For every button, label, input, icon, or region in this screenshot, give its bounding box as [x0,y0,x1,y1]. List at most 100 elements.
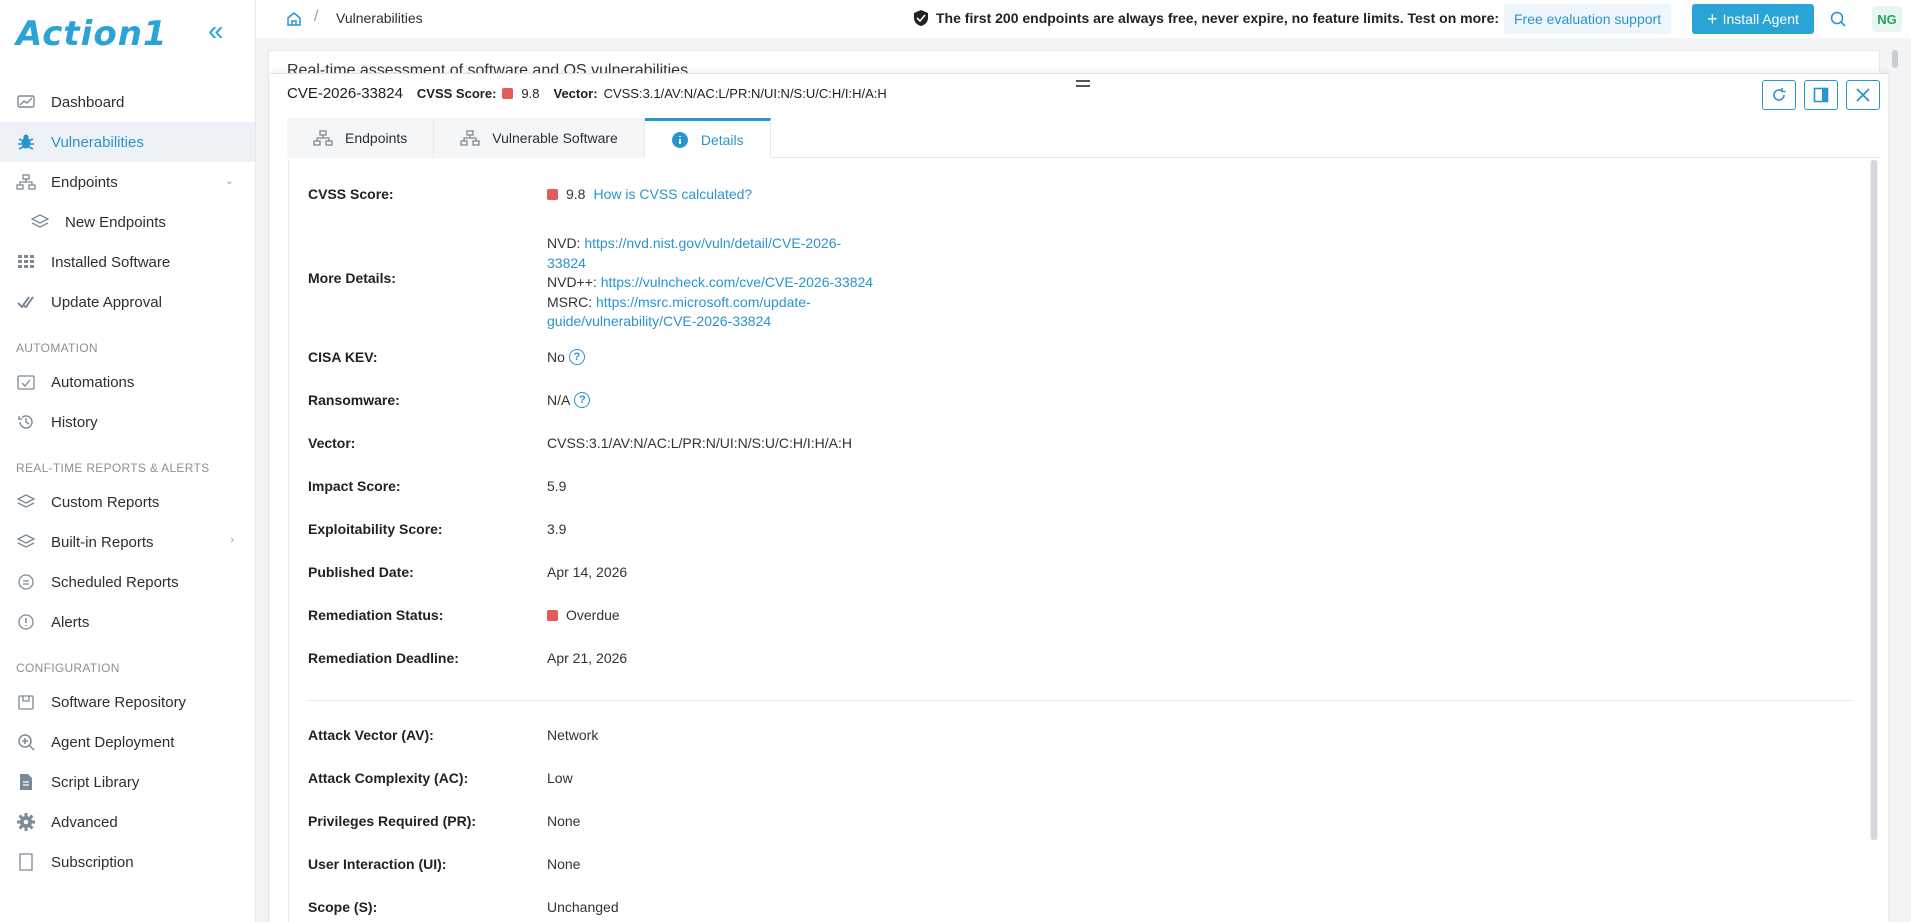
sidebar-item-software-repository[interactable]: Software Repository [0,682,255,722]
sidebar-nav: Dashboard Vulnerabilities Endpoints ⌄ Ne… [0,82,255,882]
refresh-button[interactable] [1762,80,1796,110]
detail-value: Unchanged [547,899,619,915]
close-button[interactable] [1846,80,1880,110]
detail-value: Overdue [547,607,620,623]
sidebar-item-agent-deployment[interactable]: Agent Deployment [0,722,255,762]
refresh-icon [1773,88,1786,101]
free-evaluation-support-button[interactable]: Free evaluation support [1504,4,1672,34]
msrc-link[interactable]: https://msrc.microsoft.com/update- [596,294,811,310]
cvss-calculation-link[interactable]: How is CVSS calculated? [593,186,752,202]
vector-label: Vector: [553,86,598,101]
status-indicator [547,609,558,621]
sidebar-item-built-in-reports[interactable]: Built-in Reports › [0,522,255,562]
breadcrumb[interactable]: Vulnerabilities [336,10,423,26]
page-scrollbar[interactable] [1892,50,1898,68]
collapse-sidebar-icon[interactable]: « [208,16,224,46]
detail-row-scope: Scope (S): Unchanged [308,899,619,915]
sidebar-item-label: Subscription [51,853,134,871]
detail-value: Apr 14, 2026 [547,564,628,580]
shield-check-icon [914,10,928,26]
tab-label: Details [700,131,744,148]
detail-value: NVD: https://nvd.nist.gov/vuln/detail/CV… [547,234,873,332]
detail-key: Remediation Deadline: [308,650,459,666]
details-scrollbar[interactable] [1870,160,1878,840]
sidebar-item-advanced[interactable]: Advanced [0,802,255,842]
tab-endpoints[interactable]: Endpoints [287,118,435,158]
network-icon [460,130,480,146]
avatar[interactable]: NG [1872,6,1902,32]
msrc-prefix: MSRC: [547,293,596,310]
plus-icon: + [1707,9,1718,29]
sidebar-item-label: Built-in Reports [51,533,154,551]
schedule-icon [16,572,36,592]
detail-key: Exploitability Score: [308,521,443,537]
search-icon[interactable] [1830,11,1846,30]
msrc-link-continued[interactable]: guide/vulnerability/CVE-2026-33824 [547,313,771,329]
cvss-value: 9.8 [521,86,540,101]
sidebar-item-script-library[interactable]: Script Library [0,762,255,802]
sidebar-item-label: New Endpoints [65,213,166,231]
detail-row-exploitability: Exploitability Score: 3.9 [308,521,566,537]
action1-logo[interactable]: Action1 [16,14,168,54]
calendar-check-icon [16,372,36,392]
sidebar-item-automations[interactable]: Automations [0,362,255,402]
sidebar: Action1 « Dashboard Vulnerabilities Endp… [0,0,256,922]
scrollbar-thumb[interactable] [1871,160,1877,840]
sidebar-item-label: Automations [51,373,135,391]
sidebar-item-label: Scheduled Reports [51,573,179,591]
nvd-link[interactable]: https://nvd.nist.gov/vuln/detail/CVE-202… [584,235,841,251]
install-agent-button[interactable]: + Install Agent [1692,4,1814,34]
package-icon [16,692,36,712]
tab-details[interactable]: Details [644,118,771,158]
vulncheck-link[interactable]: https://vulncheck.com/cve/CVE-2026-33824 [601,274,873,290]
detail-key: Remediation Status: [308,607,444,623]
cisa-kev-value: No [547,349,565,365]
detail-key: CVSS Score: [308,186,394,202]
drawer-tabs: Endpoints Vulnerable Software Details [287,118,1880,158]
sidebar-item-update-approval[interactable]: Update Approval [0,282,255,322]
sidebar-item-label: Alerts [51,613,90,631]
sidebar-item-installed-software[interactable]: Installed Software [0,242,255,282]
document-icon [16,772,36,792]
detail-value: No ? [547,349,585,365]
sidebar-item-label: Endpoints [51,173,118,191]
install-agent-label: Install Agent [1722,11,1799,27]
detail-value: N/A ? [547,392,591,408]
detail-row-user-interaction: User Interaction (UI): None [308,856,580,872]
sidebar-item-scheduled-reports[interactable]: Scheduled Reports [0,562,255,602]
promo-banner: The first 200 endpoints are always free,… [912,9,1499,27]
detail-row-published: Published Date: Apr 14, 2026 [308,564,627,580]
sidebar-item-dashboard[interactable]: Dashboard [0,82,255,122]
section-configuration: CONFIGURATION [16,661,120,675]
sidebar-item-label: Software Repository [51,693,187,711]
chevron-right-icon[interactable]: › [230,534,234,546]
detail-key: Impact Score: [308,478,401,494]
sidebar-item-endpoints[interactable]: Endpoints ⌄ [0,162,255,202]
layers-icon [16,532,36,552]
tab-vulnerable-software[interactable]: Vulnerable Software [434,118,645,158]
section-divider [308,700,1853,701]
network-icon [16,172,36,192]
nvd-link-continued[interactable]: 33824 [547,255,586,271]
help-icon[interactable]: ? [574,392,591,408]
sidebar-item-label: Vulnerabilities [51,133,144,151]
tab-label: Vulnerable Software [492,130,618,146]
chevron-down-icon[interactable]: ⌄ [225,174,234,187]
sidebar-item-history[interactable]: History [0,402,255,442]
topbar: / Vulnerabilities The first 200 endpoint… [256,0,1911,38]
detail-row-vector: Vector: CVSS:3.1/AV:N/AC:L/PR:N/UI:N/S:U… [308,435,852,451]
sidebar-item-label: Advanced [51,813,118,831]
info-icon [671,131,689,149]
sidebar-item-new-endpoints[interactable]: New Endpoints [0,202,255,242]
sidebar-item-vulnerabilities[interactable]: Vulnerabilities [0,122,255,162]
home-icon[interactable] [286,10,302,29]
sidebar-item-subscription[interactable]: Subscription [0,842,255,882]
help-icon[interactable]: ? [568,349,585,365]
section-automation: AUTOMATION [16,341,98,355]
sidebar-item-custom-reports[interactable]: Custom Reports [0,482,255,522]
detail-key: Published Date: [308,564,414,580]
grid-icon [16,252,36,272]
dock-panel-button[interactable] [1804,80,1838,110]
sidebar-item-alerts[interactable]: Alerts [0,602,255,642]
drawer-resize-handle[interactable] [1076,80,1090,90]
